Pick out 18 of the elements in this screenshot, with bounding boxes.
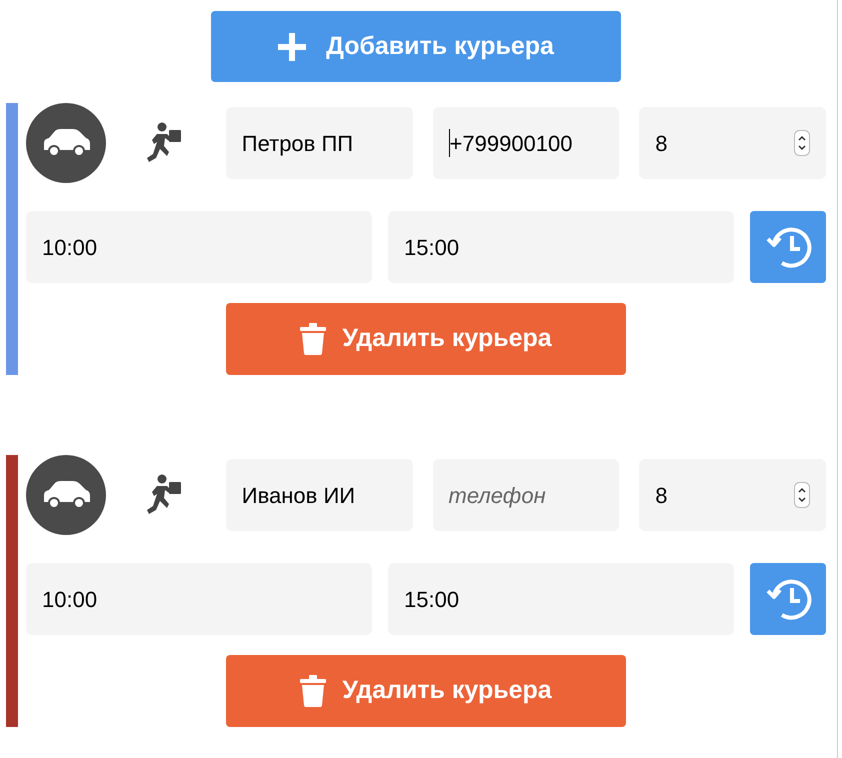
trash-icon bbox=[300, 675, 326, 707]
spinner-icon[interactable] bbox=[794, 482, 810, 508]
name-field[interactable]: Иванов ИИ bbox=[226, 459, 413, 531]
start-time-field[interactable]: 10:00 bbox=[26, 211, 372, 283]
trash-icon bbox=[300, 323, 326, 355]
reset-time-button[interactable] bbox=[750, 563, 826, 635]
start-time-field[interactable]: 10:00 bbox=[26, 563, 372, 635]
phone-field[interactable]: +799900100 bbox=[432, 107, 620, 179]
phone-field[interactable]: телефон bbox=[432, 459, 620, 531]
count-field[interactable]: 8 bbox=[639, 459, 826, 531]
name-field[interactable]: Петров ПП bbox=[226, 107, 413, 179]
end-time-field[interactable]: 15:00 bbox=[388, 211, 734, 283]
end-time-field[interactable]: 15:00 bbox=[388, 563, 734, 635]
plus-icon bbox=[278, 32, 306, 60]
reset-time-button[interactable] bbox=[750, 211, 826, 283]
text-cursor bbox=[448, 129, 450, 157]
spinner-icon[interactable] bbox=[794, 130, 810, 156]
count-field[interactable]: 8 bbox=[639, 107, 826, 179]
